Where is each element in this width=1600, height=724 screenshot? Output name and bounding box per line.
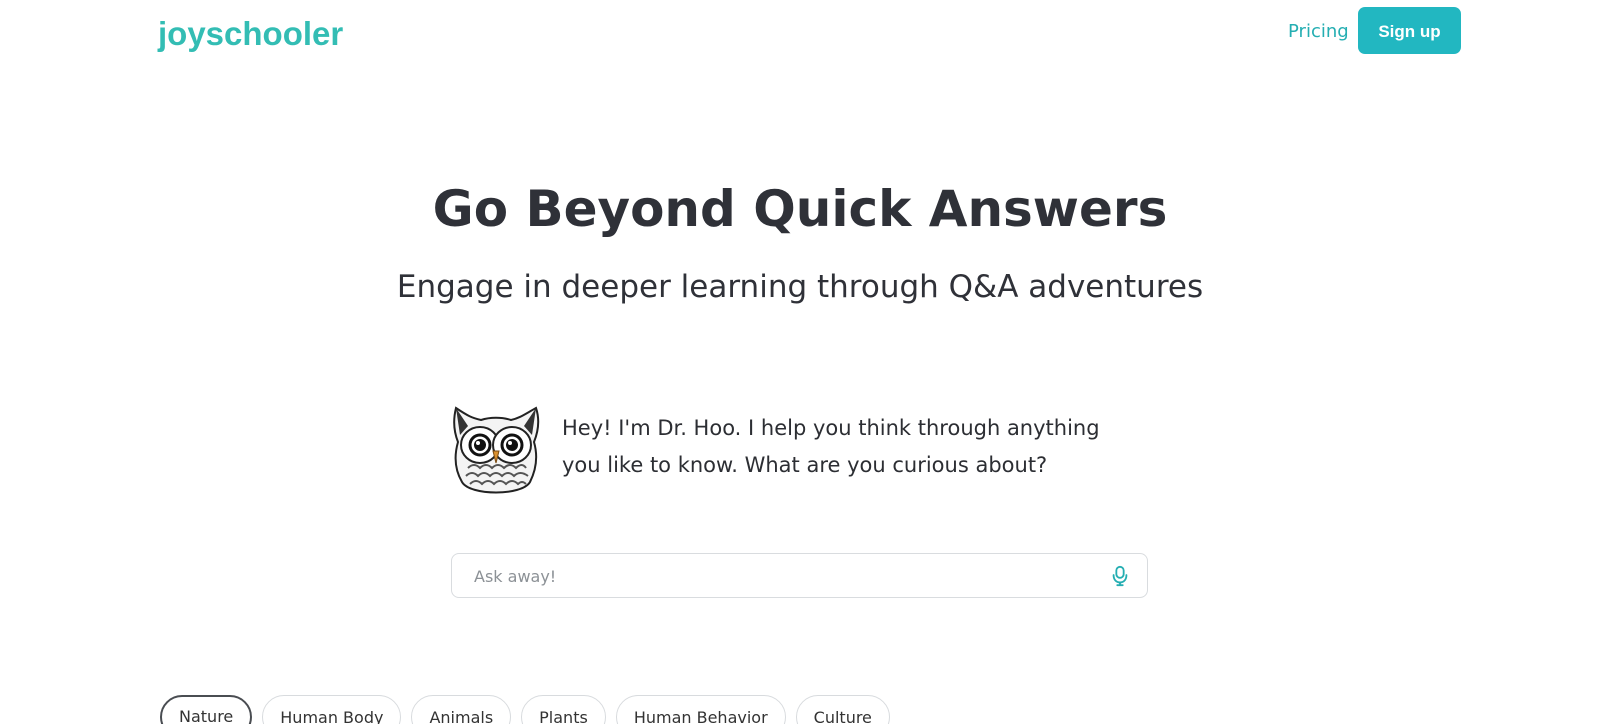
microphone-icon[interactable] <box>1109 565 1131 587</box>
category-chip-list: Nature Human Body Animals Plants Human B… <box>160 695 890 724</box>
signup-button[interactable]: Sign up <box>1358 7 1461 54</box>
assistant-greeting: Hey! I'm Dr. Hoo. I help you think throu… <box>562 416 1100 477</box>
category-chip-culture[interactable]: Culture <box>795 695 890 724</box>
hero-title: Go Beyond Quick Answers <box>432 180 1168 238</box>
hero-subtitle: Engage in deeper learning through Q&A ad… <box>396 269 1204 305</box>
landing-page: joyschooler Pricing Sign up Go Beyond Qu… <box>0 0 1600 724</box>
search-box[interactable] <box>451 553 1148 599</box>
owl-icon <box>453 406 540 494</box>
category-chip-plants[interactable]: Plants <box>521 695 606 724</box>
logo[interactable]: joyschooler <box>158 14 343 54</box>
category-chip-animals[interactable]: Animals <box>411 695 512 724</box>
question-input[interactable] <box>472 554 1096 599</box>
category-chip-nature[interactable]: Nature <box>160 695 253 724</box>
pricing-link[interactable]: Pricing <box>1288 20 1349 44</box>
category-chip-human-behavior[interactable]: Human Behavior <box>615 695 786 724</box>
category-chip-human-body[interactable]: Human Body <box>262 695 402 724</box>
